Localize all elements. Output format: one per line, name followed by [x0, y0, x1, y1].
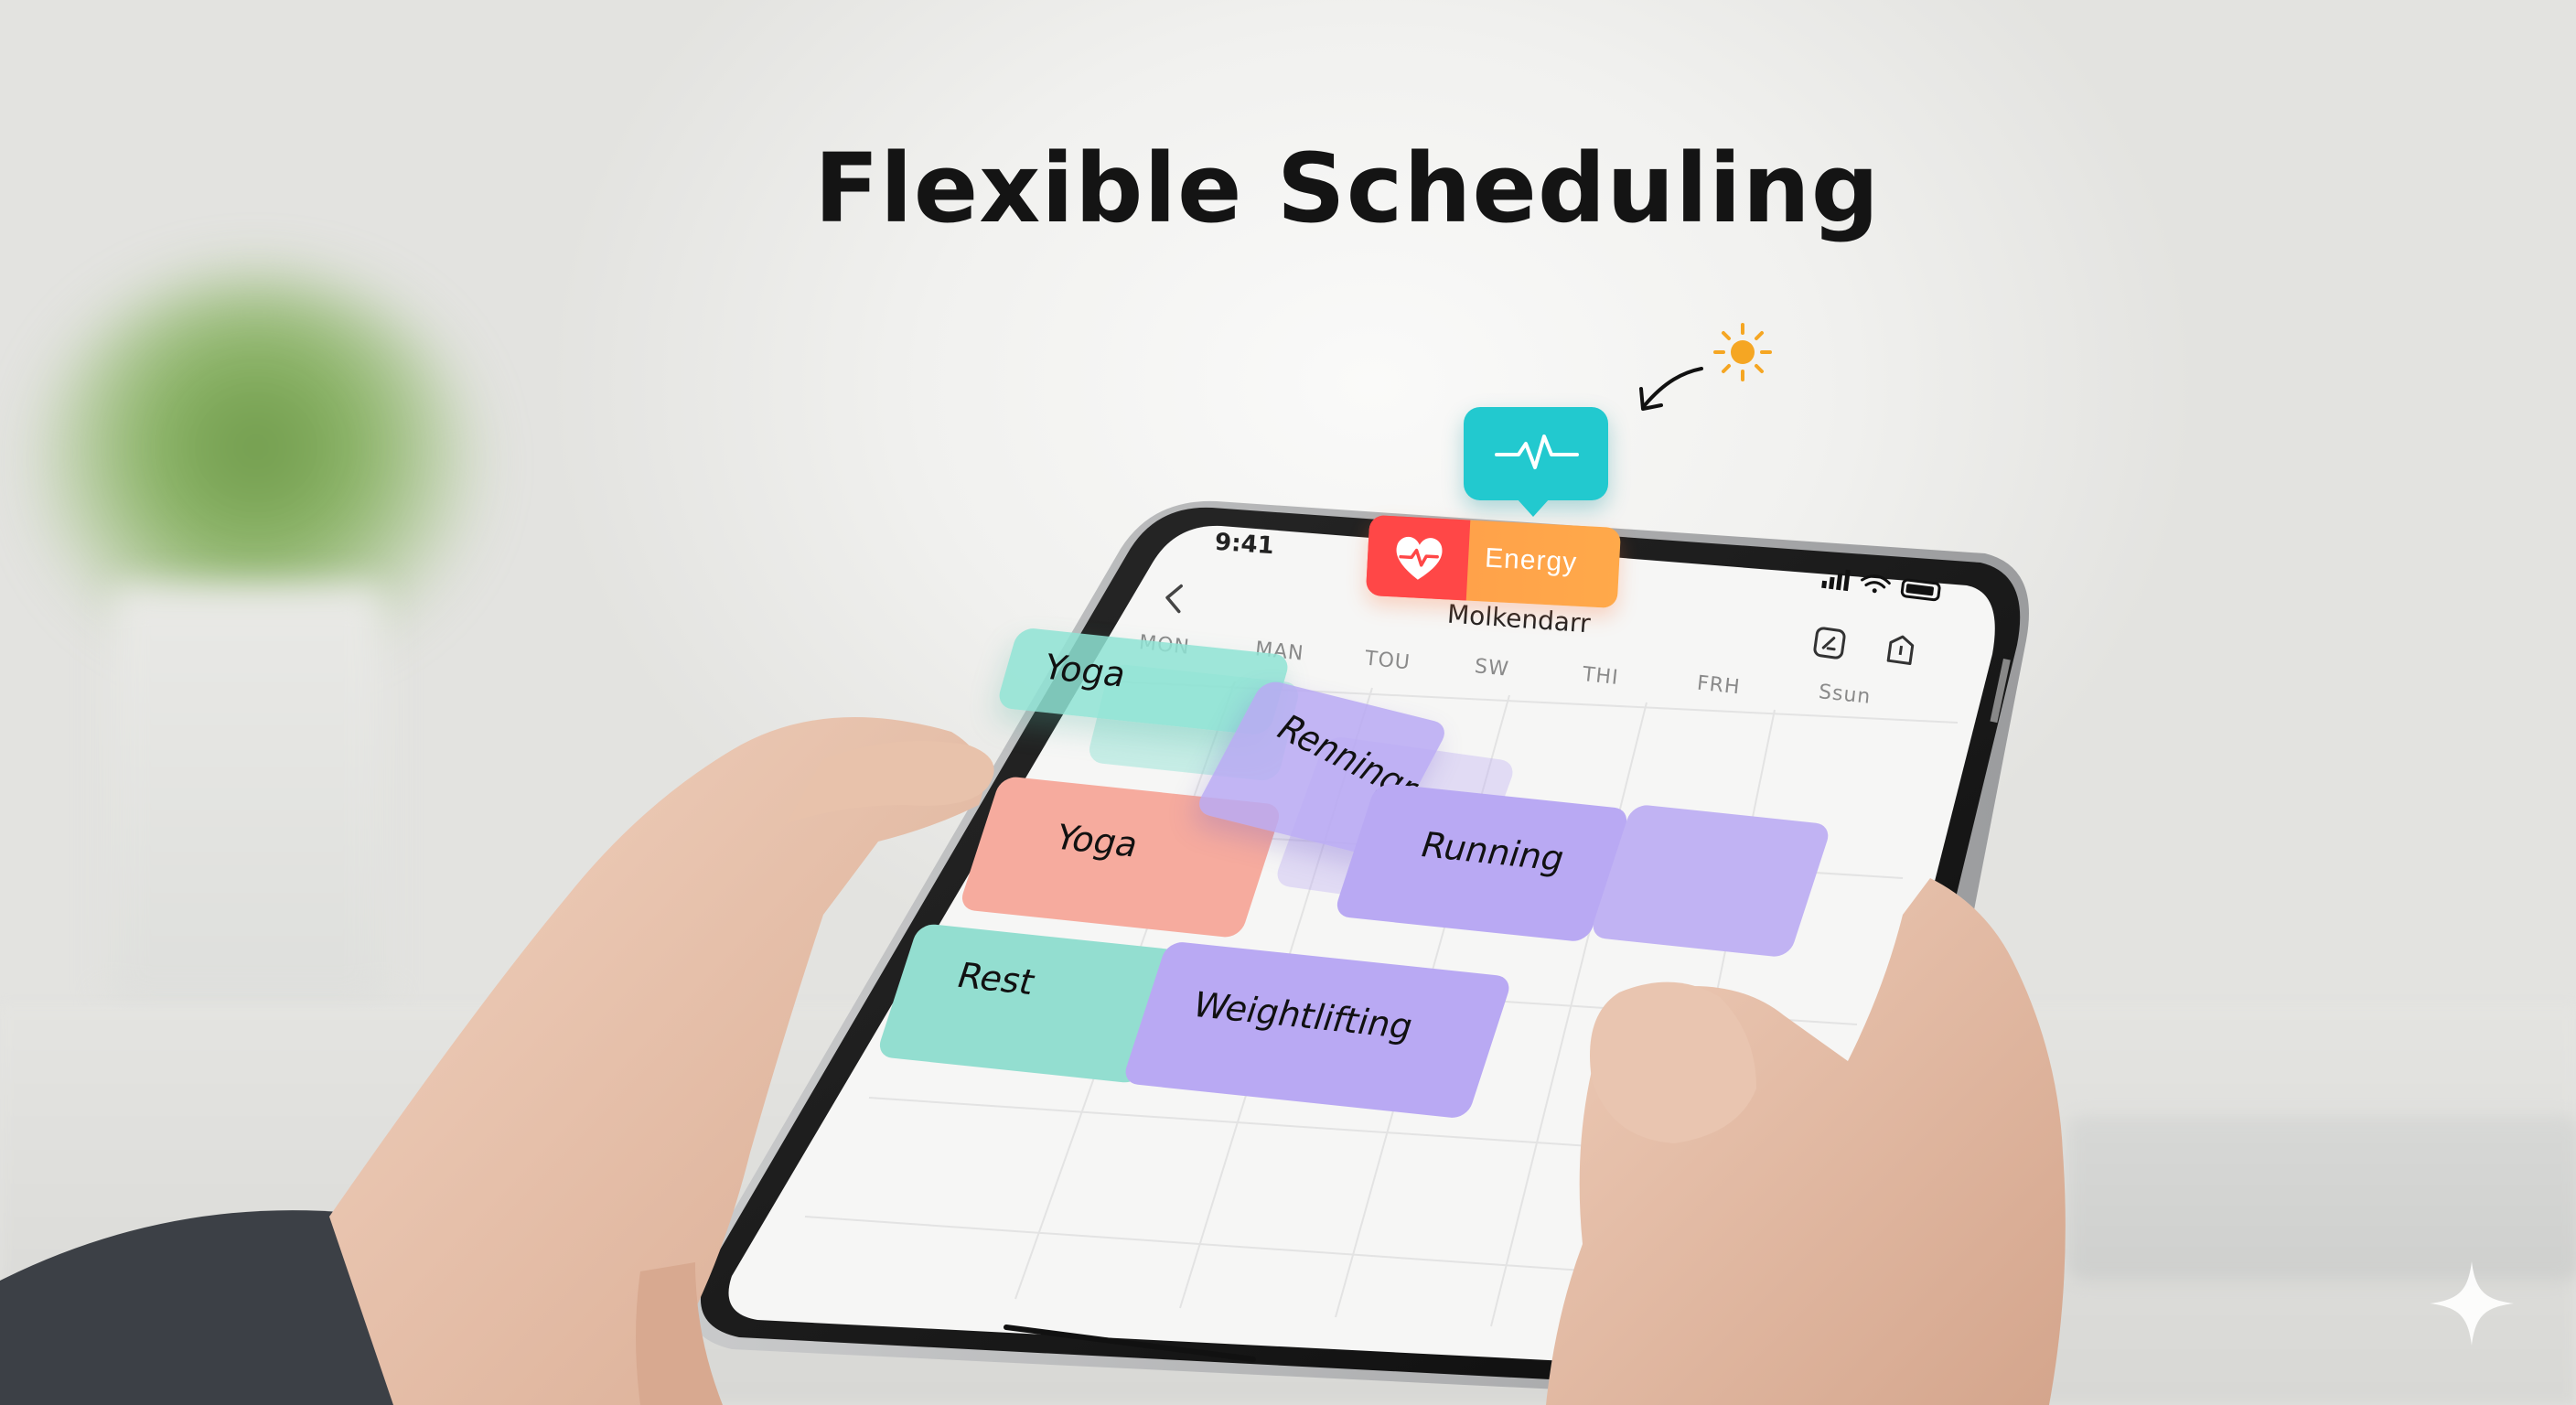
event-label: Rest [951, 955, 1041, 1003]
event-label: Yoga [1038, 647, 1132, 695]
wifi-icon [1861, 574, 1891, 594]
status-time: 9:41 [1214, 528, 1275, 561]
energy-chip-icon-box [1365, 514, 1471, 601]
event-label: Running [1415, 824, 1571, 879]
event-running[interactable]: Running [1333, 782, 1631, 943]
edit-icon[interactable] [1809, 622, 1850, 663]
event-label: Weightlifting [1187, 984, 1419, 1047]
event-empty-block[interactable] [1588, 803, 1833, 959]
energy-chip-label: Energy [1484, 542, 1578, 578]
day-label-thi: THI [1581, 663, 1620, 690]
share-icon[interactable] [1880, 628, 1921, 670]
energy-chip[interactable]: Energy [1365, 514, 1622, 609]
heart-pulse-icon [1396, 536, 1443, 580]
event-label: Yoga [1050, 817, 1144, 865]
scene: Flexible Scheduling 9:41 Molkendarr Ener… [0, 0, 2576, 1405]
signal-icon [1821, 569, 1851, 592]
chevron-left-icon[interactable] [1158, 581, 1188, 616]
day-label-frh: FRH [1695, 671, 1742, 700]
day-label-tou: TOU [1363, 647, 1412, 675]
sparkle-icon [2430, 1261, 2514, 1346]
battery-icon [1900, 578, 1941, 602]
day-label-sw: SW [1473, 655, 1510, 681]
